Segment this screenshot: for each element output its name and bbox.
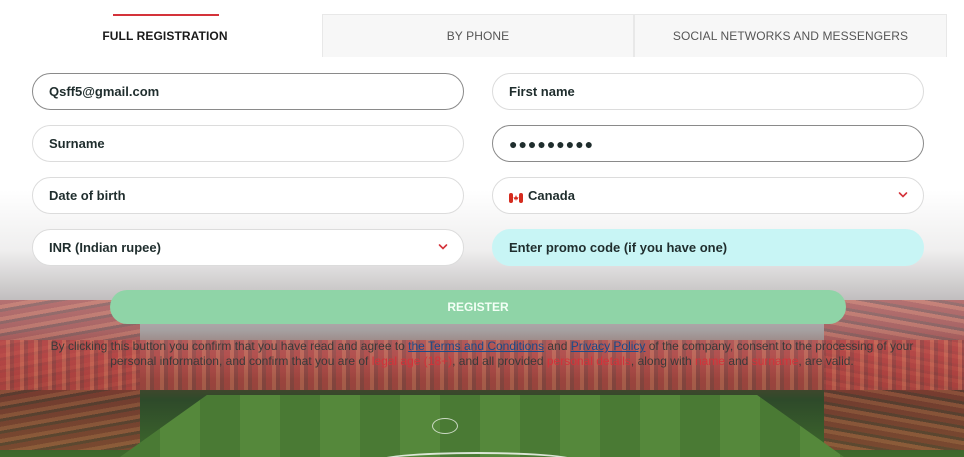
promo-code-field[interactable]: Enter promo code (if you have one)	[492, 229, 924, 266]
first-name-placeholder: First name	[509, 84, 575, 99]
country-value: Canada	[528, 188, 575, 203]
register-button[interactable]: REGISTER	[110, 290, 846, 324]
currency-value: INR (Indian rupee)	[49, 240, 161, 255]
date-of-birth-placeholder: Date of birth	[49, 188, 126, 203]
personal-details-text: personal details	[546, 354, 631, 368]
terms-text: and	[544, 339, 571, 353]
email-value: Qsff5@gmail.com	[49, 84, 160, 99]
terms-text: , are valid.	[798, 354, 854, 368]
date-of-birth-field[interactable]: Date of birth	[32, 177, 464, 214]
terms-text: personal information, and confirm that y…	[110, 354, 372, 368]
surname-field[interactable]: Surname	[32, 125, 464, 162]
tab-full-registration[interactable]: FULL REGISTRATION	[8, 14, 322, 57]
password-field[interactable]: ●●●●●●●●●	[492, 125, 924, 162]
canada-flag-icon	[509, 191, 523, 203]
terms-and-conditions-link[interactable]: the Terms and Conditions	[408, 339, 544, 353]
surname-placeholder: Surname	[49, 136, 105, 151]
terms-text: By clicking this button you confirm that…	[50, 339, 409, 353]
chevron-down-icon	[438, 244, 448, 250]
terms-text: , along with	[630, 354, 695, 368]
pitch-center-circle	[432, 418, 458, 434]
first-name-field[interactable]: First name	[492, 73, 924, 110]
country-select[interactable]: Canada	[492, 177, 924, 214]
name-text: name	[694, 354, 725, 368]
privacy-policy-link[interactable]: Privacy Policy	[571, 339, 646, 353]
currency-select[interactable]: INR (Indian rupee)	[32, 229, 464, 266]
password-value: ●●●●●●●●●	[509, 135, 595, 152]
surname-text: surname	[751, 354, 799, 368]
chevron-down-icon	[898, 192, 908, 198]
terms-text: , and all provided	[452, 354, 547, 368]
promo-code-placeholder: Enter promo code (if you have one)	[509, 240, 728, 255]
registration-tabs: FULL REGISTRATION BY PHONE SOCIAL NETWOR…	[8, 14, 947, 57]
football-pitch	[120, 395, 844, 457]
legal-age-text: legal age (18+)	[371, 354, 453, 368]
terms-text: of the company, consent to the processin…	[645, 339, 914, 353]
tab-social-networks[interactable]: SOCIAL NETWORKS AND MESSENGERS	[634, 14, 947, 57]
tab-by-phone[interactable]: BY PHONE	[322, 14, 634, 57]
terms-text: and	[725, 354, 752, 368]
terms-notice: By clicking this button you confirm that…	[20, 339, 944, 369]
email-field[interactable]: Qsff5@gmail.com	[32, 73, 464, 110]
